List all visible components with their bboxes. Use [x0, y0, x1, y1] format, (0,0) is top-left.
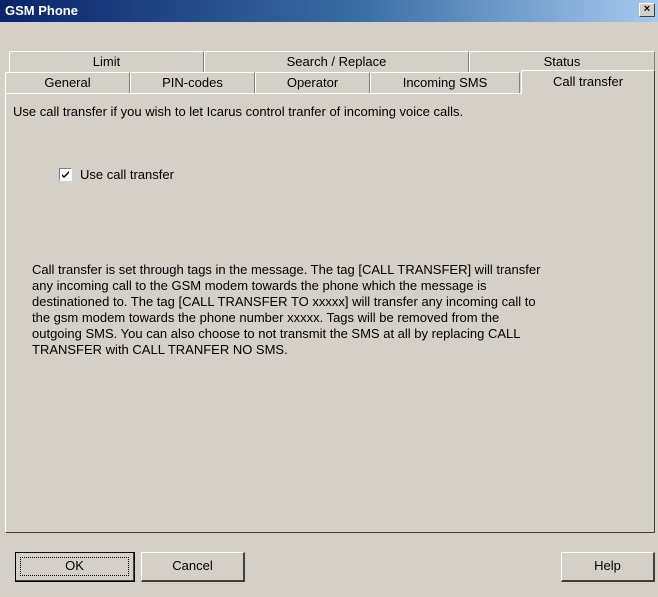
tab-pin-codes[interactable]: PIN-codes — [130, 72, 255, 93]
tab-status[interactable]: Status — [469, 51, 655, 72]
checkmark-icon — [62, 171, 69, 178]
ok-label: OK — [65, 558, 84, 573]
tab-general[interactable]: General — [5, 72, 130, 93]
description-text: Call transfer is set through tags in the… — [32, 262, 541, 357]
use-call-transfer-checkbox[interactable] — [59, 168, 72, 181]
tab-search-replace[interactable]: Search / Replace — [204, 51, 469, 72]
tab-label: Operator — [286, 75, 339, 90]
title-bar[interactable]: GSM Phone × — [0, 0, 658, 22]
tab-operator[interactable]: Operator — [255, 72, 370, 93]
help-button[interactable]: Help — [561, 552, 655, 582]
intro-text: Use call transfer if you wish to let Ica… — [13, 104, 464, 119]
tab-label: Incoming SMS — [402, 75, 488, 90]
tab-label: PIN-codes — [162, 75, 223, 90]
gsm-phone-dialog: GSM Phone × Limit Search / Replace Statu… — [0, 0, 658, 597]
window-title: GSM Phone — [5, 3, 78, 18]
tab-call-transfer[interactable]: Call transfer — [521, 70, 655, 94]
tab-label: General — [44, 75, 91, 90]
tab-limit[interactable]: Limit — [9, 51, 204, 72]
tab-label: Search / Replace — [286, 54, 387, 69]
tab-label: Call transfer — [552, 74, 624, 89]
close-button[interactable]: × — [639, 3, 655, 17]
close-icon: × — [643, 3, 651, 15]
ok-button[interactable]: OK — [15, 552, 135, 582]
tab-label: Status — [543, 54, 581, 69]
tab-label: Limit — [92, 54, 121, 69]
cancel-label: Cancel — [172, 558, 213, 573]
cancel-button[interactable]: Cancel — [141, 552, 245, 582]
tab-incoming-sms[interactable]: Incoming SMS — [370, 72, 520, 93]
call-transfer-panel: Use call transfer if you wish to let Ica… — [5, 93, 655, 533]
use-call-transfer-checkbox-row[interactable]: Use call transfer — [59, 167, 174, 182]
help-label: Help — [594, 558, 621, 573]
use-call-transfer-label[interactable]: Use call transfer — [80, 167, 174, 182]
